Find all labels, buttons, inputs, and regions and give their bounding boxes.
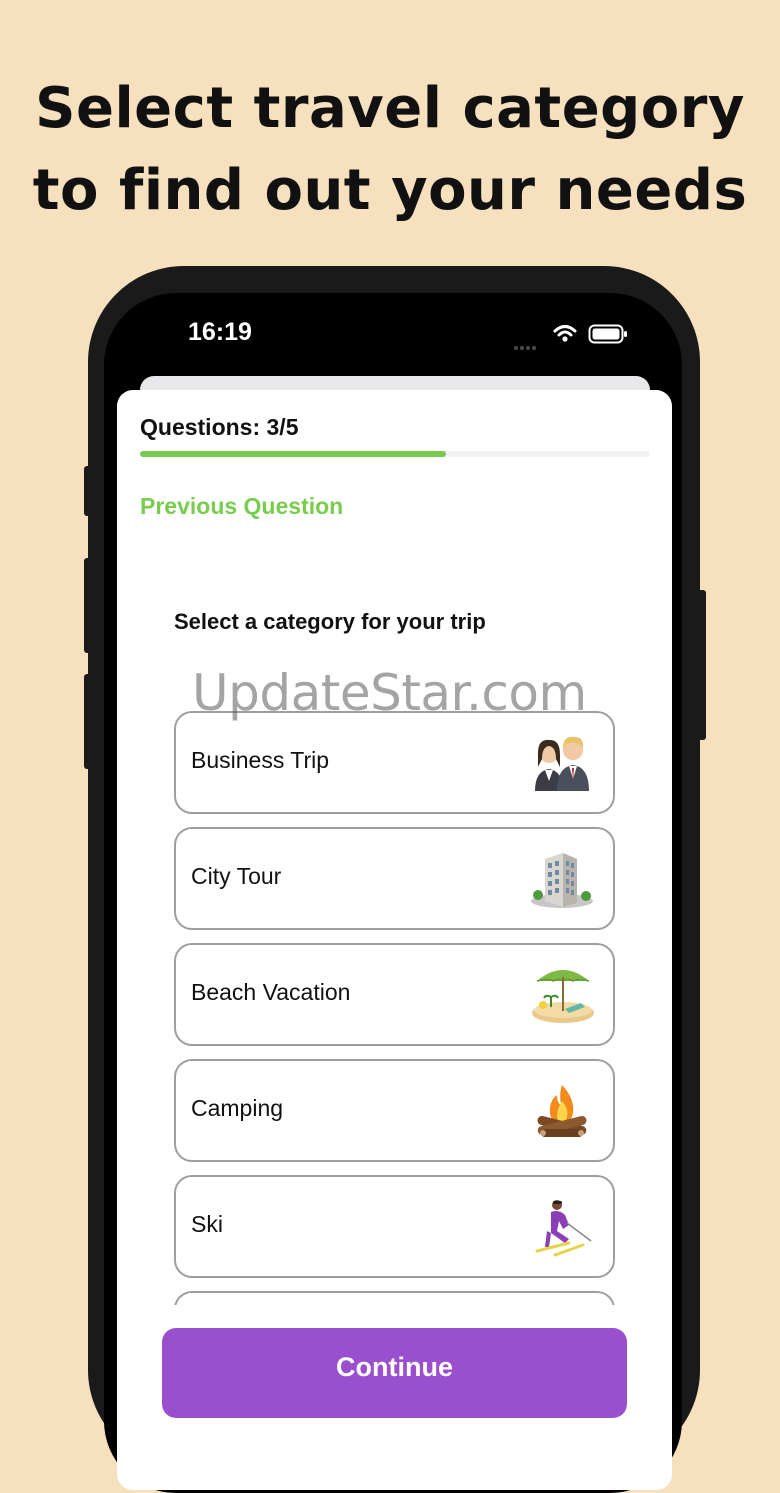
question-prompt: Select a category for your trip (174, 609, 486, 634)
progress-fill (140, 451, 446, 457)
continue-label: Continue (336, 1352, 453, 1382)
option-camping[interactable]: Camping (174, 1059, 615, 1162)
option-ski[interactable]: Ski (174, 1175, 615, 1278)
signal-dots-icon (514, 335, 544, 350)
status-icons (514, 322, 627, 350)
option-city-tour[interactable]: City Tour (174, 827, 615, 930)
progress-bar (140, 451, 650, 457)
headline-line-1: Select travel category (35, 76, 745, 141)
headline-line-2: to find out your needs (32, 158, 748, 223)
question-counter: Questions: 3/5 (140, 414, 299, 440)
status-time: 16:19 (188, 318, 252, 346)
watermark: UpdateStar.com (192, 664, 587, 722)
option-label: City Tour (191, 863, 282, 889)
business-people-icon (535, 736, 589, 791)
continue-button[interactable]: Continue (162, 1328, 627, 1418)
option-business-trip[interactable]: Business Trip (174, 711, 615, 814)
option-label: Beach Vacation (191, 979, 351, 1005)
option-label: Business Trip (191, 747, 330, 773)
skier-icon (535, 1200, 592, 1257)
beach-umbrella-icon (532, 970, 594, 1023)
previous-question-link[interactable]: Previous Question (140, 493, 343, 520)
headline: Select travel category to find out your … (0, 68, 780, 232)
campfire-icon (537, 1085, 587, 1137)
office-building-icon (531, 853, 593, 908)
category-options: Business Trip City Tour Beach Vacation C… (174, 711, 615, 1305)
option-more[interactable] (174, 1291, 615, 1305)
battery-icon (588, 324, 627, 344)
option-label: Ski (191, 1211, 223, 1237)
wifi-icon (553, 325, 577, 342)
option-beach-vacation[interactable]: Beach Vacation (174, 943, 615, 1046)
option-label: Camping (191, 1095, 284, 1121)
